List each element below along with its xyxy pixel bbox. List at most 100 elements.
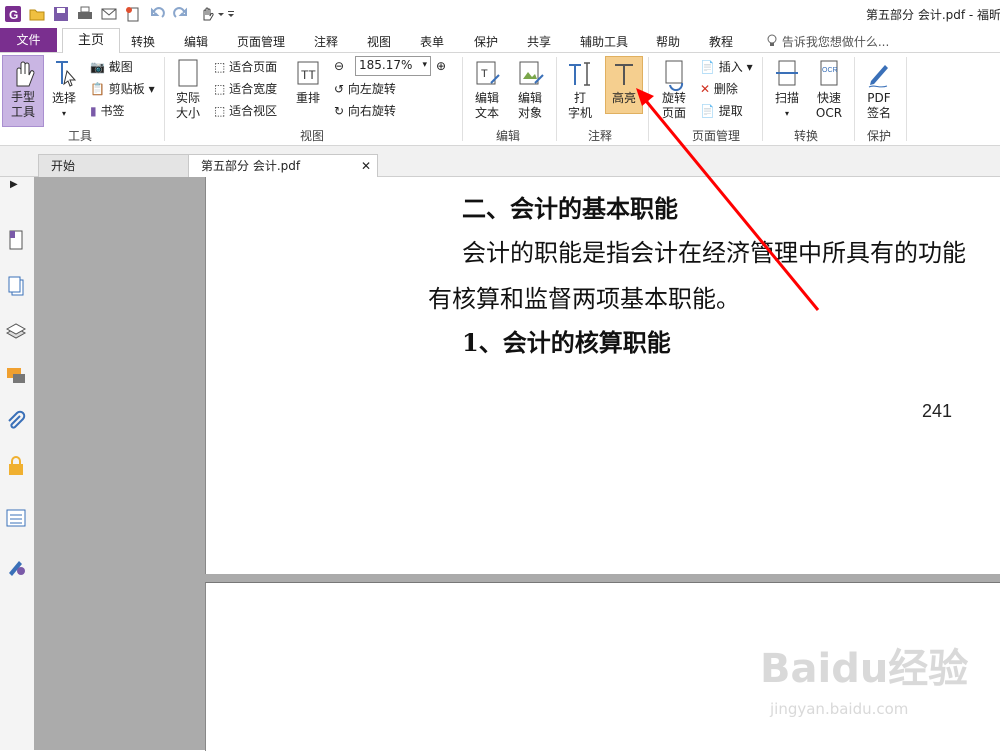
edit-text-icon: T [476,61,500,85]
extract-page-icon: 📄 [700,104,715,118]
tab-start-label: 开始 [51,159,76,173]
clipboard-icon: 📋 [90,82,105,96]
email-icon[interactable] [100,5,118,23]
tab-convert[interactable]: 转换 [131,33,155,50]
tab-file[interactable]: 文件 [0,28,57,52]
rotate-page-label: 旋转 页面 [661,91,686,120]
clipboard-button[interactable]: 📋 剪贴板 ▾ [90,81,155,97]
rotate-right-label: 向右旋转 [347,104,396,118]
new-icon[interactable] [124,5,142,23]
select-text-icon [56,61,77,87]
hand-icon [16,61,35,87]
rotate-right-button[interactable]: ↻ 向右旋转 [334,103,396,119]
tab-start[interactable]: 开始 [38,154,202,177]
attachment-icon[interactable] [5,410,27,432]
fit-visible-label: 适合视区 [229,104,278,118]
group-label-convert: 转换 [793,129,818,143]
bookmark-button[interactable]: ▮ 书签 [90,103,124,119]
edit-text-button[interactable]: T 编辑 文本 [468,57,506,121]
tab-page-management[interactable]: 页面管理 [237,33,285,50]
fit-width-label: 适合宽度 [229,82,278,96]
app-logo-icon: G [4,5,22,23]
lock-icon[interactable] [5,455,27,477]
tab-home[interactable]: 主页 [62,28,120,54]
select-tool-button[interactable]: 选择 ▾ [46,57,82,121]
tab-comment[interactable]: 注释 [314,33,338,50]
group-separator [648,57,649,141]
signature-panel-icon[interactable] [5,555,27,577]
hand-tool-button[interactable]: 手型 工具 [2,55,44,127]
fit-page-label: 适合页面 [229,60,278,74]
zoom-input[interactable]: 185.17% ▾ [355,56,431,76]
fit-width-button[interactable]: ⬚ 适合宽度 [214,81,277,97]
watermark-brand: Baidu经验 [760,646,969,692]
extract-label: 提取 [718,104,743,118]
scan-button[interactable]: 扫描 ▾ [768,57,806,121]
tell-me-search[interactable]: 告诉我您想做什么... [766,33,889,50]
close-tab-icon[interactable]: ✕ [361,155,371,177]
redo-icon[interactable] [172,5,190,23]
actual-size-button[interactable]: 实际 大小 [170,57,206,121]
fit-width-icon: ⬚ [214,82,226,96]
edit-object-button[interactable]: 编辑 对象 [510,57,550,121]
form-fields-icon[interactable] [5,507,27,529]
delete-button[interactable]: ✕ 删除 [700,81,738,97]
zoom-in-icon[interactable]: ⊕ [436,58,446,74]
screenshot-button[interactable]: 📷 截图 [90,59,133,75]
group-label-comment: 注释 [587,129,612,143]
comments-icon[interactable] [5,365,27,387]
scan-dropdown-icon[interactable]: ▾ [768,106,806,121]
pen-sign-icon [868,65,888,88]
tab-form[interactable]: 表单 [420,33,444,50]
zoom-out-icon[interactable]: ⊖ [334,58,344,74]
typewriter-label: 打 字机 [567,91,592,120]
tab-document-label: 第五部分 会计.pdf [201,159,301,173]
group-label-tools: 工具 [67,129,92,143]
rotate-left-label: 向左旋转 [347,82,396,96]
tab-view[interactable]: 视图 [367,33,391,50]
pages-icon[interactable] [5,275,27,297]
reflow-button[interactable]: TT 重排 [290,57,326,106]
customize-toolbar-icon[interactable] [226,5,244,23]
insert-page-icon: 📄 [700,60,715,74]
expand-panel-icon[interactable]: ▶ [10,179,32,201]
pdf-page: 二、会计的基本职能 会计的职能是指会计在经济管理中所具有的功能 有核算和监督两项… [205,177,1000,574]
edit-object-label: 编辑 对象 [517,91,542,120]
tab-share[interactable]: 共享 [527,33,551,50]
zoom-value: 185.17% [359,58,413,72]
tab-document[interactable]: 第五部分 会计.pdf ✕ [188,154,378,177]
clipboard-dropdown-icon: ▾ [148,82,155,96]
select-dropdown-icon[interactable]: ▾ [46,106,82,121]
tell-me-placeholder: 告诉我您想做什么... [781,35,890,49]
tab-tutorial[interactable]: 教程 [709,33,733,50]
layers-icon[interactable] [5,320,27,342]
rotate-left-button[interactable]: ↺ 向左旋转 [334,81,396,97]
quick-ocr-label: 快速 OCR [815,91,843,120]
pdf-sign-button[interactable]: PDF 签名 [860,57,898,121]
window-title: 第五部分 会计.pdf - 福昕 [866,8,1000,22]
undo-icon[interactable] [148,5,166,23]
extract-button[interactable]: 📄 提取 [700,103,743,119]
hand-dropdown-icon[interactable] [198,5,224,23]
rotate-page-button[interactable]: 旋转 页面 [654,57,694,121]
insert-label: 插入 [718,60,743,74]
tab-help[interactable]: 帮助 [656,33,680,50]
open-icon[interactable] [28,5,46,23]
tab-accessibility[interactable]: 辅助工具 [580,33,628,50]
rotate-page-icon [665,60,684,91]
group-label-edit: 编辑 [495,129,520,143]
zoom-dropdown-icon[interactable]: ▾ [422,57,427,73]
fit-visible-button[interactable]: ⬚ 适合视区 [214,103,277,119]
save-icon[interactable] [52,5,70,23]
quick-ocr-button[interactable]: OCR 快速 OCR [810,57,848,121]
print-icon[interactable] [76,5,94,23]
insert-button[interactable]: 📄 插入 ▾ [700,59,753,75]
tab-edit[interactable]: 编辑 [184,33,208,50]
subsection-heading: 1、会计的核算职能 [462,328,671,357]
highlight-button[interactable]: 高亮 [605,56,643,114]
delete-label: 删除 [713,82,738,96]
tab-protect[interactable]: 保护 [474,33,498,50]
page-thumbnail-icon[interactable] [5,229,27,251]
typewriter-button[interactable]: 打 字机 [562,57,598,121]
fit-page-button[interactable]: ⬚ 适合页面 [214,59,277,75]
